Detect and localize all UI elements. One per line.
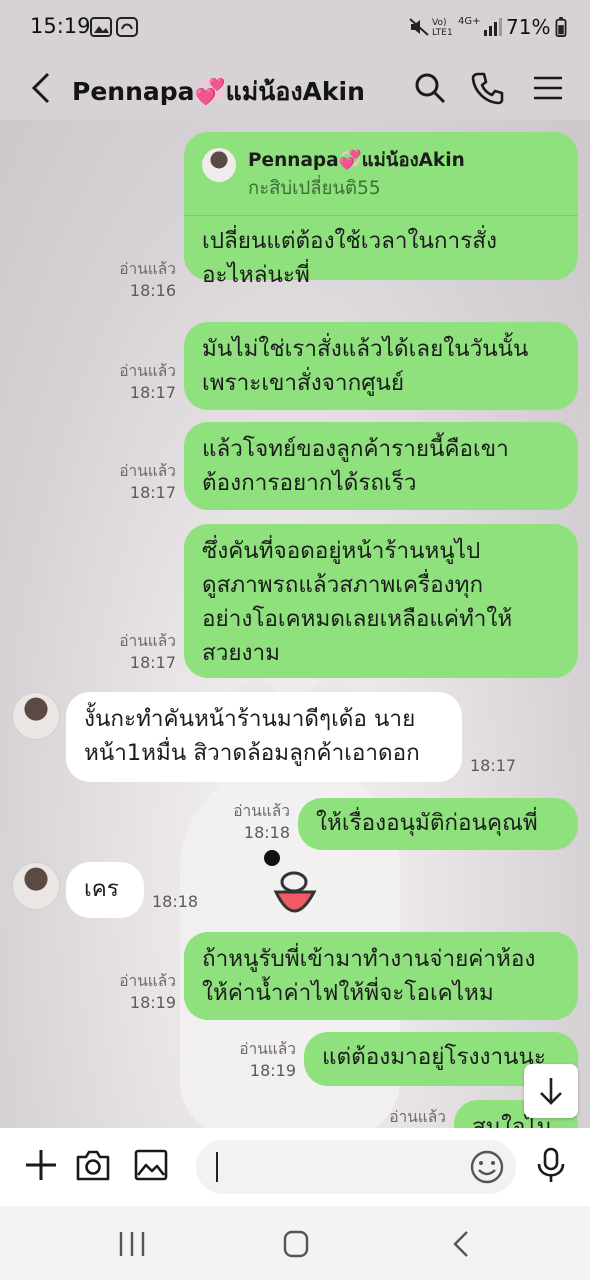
reply-quoted-text: กะสิบ่เปลี่ยนติ55 [248, 178, 381, 199]
message-text-line: หน้า1หมื่น สิวาดล้อมลูกค้าเอาดอก [84, 740, 420, 766]
battery-level: 71% [506, 15, 551, 39]
message-time: 18:19 [249, 1061, 296, 1080]
phone-icon[interactable] [470, 70, 506, 106]
message-time: 18:16 [129, 281, 176, 300]
reply-avatar [202, 148, 236, 182]
read-receipt: อ่านแล้ว [233, 802, 290, 820]
message-bubble-outgoing[interactable]: ซึ่งคันที่จอดอยู่หน้าร้านหนูไป ดูสภาพรถแ… [184, 524, 578, 678]
sender-avatar[interactable] [12, 692, 60, 740]
message-meta: อ่านแล้ว 18:19 [220, 1038, 296, 1082]
chat-title[interactable]: Pennapa💞แม่น้องAkin [72, 72, 365, 112]
menu-icon[interactable] [530, 70, 566, 106]
message-text-line: ดูสภาพรถแล้วสภาพเครื่องทุก [202, 572, 484, 598]
message-bubble-outgoing[interactable]: ถ้าหนูรับพี่เข้ามาทำงานจ่ายค่าห้อง ให้ค่… [184, 932, 578, 1020]
message-time: 18:19 [129, 993, 176, 1012]
message-meta: อ่านแล้ว 18:18 [212, 800, 290, 844]
nav-back-icon[interactable] [442, 1226, 482, 1262]
search-icon[interactable] [412, 70, 448, 106]
message-bubble-outgoing[interactable]: แล้วโจทย์ของลูกค้ารายนี้คือเขา ต้องการอย… [184, 422, 578, 510]
signal-icon [484, 18, 502, 36]
message-bubble-incoming[interactable]: เคร [66, 862, 144, 918]
message-meta: อ่านแล้ว 18:17 [100, 460, 176, 504]
message-meta: อ่านแล้ว 18:17 [100, 630, 176, 674]
message-time: 18:17 [129, 383, 176, 402]
network-indicator: 4G+ [458, 16, 481, 27]
reply-preview[interactable]: Pennapa💞แม่น้องAkin กะสิบ่เปลี่ยนติ55 [184, 132, 578, 216]
read-receipt: อ่านแล้ว [239, 1040, 296, 1058]
battery-icon [555, 17, 567, 37]
status-time: 15:19 [30, 14, 91, 38]
camera-icon[interactable] [74, 1146, 112, 1184]
text-cursor [216, 1152, 218, 1182]
microphone-icon[interactable] [532, 1146, 570, 1184]
message-text-line: ซึ่งคันที่จอดอยู่หน้าร้านหนูไป [202, 538, 481, 564]
read-receipt: อ่านแล้ว [389, 1108, 446, 1126]
message-time: 18:17 [129, 483, 176, 502]
message-text-line: อย่างโอเคหมดเลยเหลือแค่ทำให้ [202, 606, 513, 632]
system-navigation-bar [0, 1206, 590, 1280]
message-meta: อ่านแล้ว 18:19 [100, 970, 176, 1014]
message-time: 18:17 [129, 653, 176, 672]
read-receipt: อ่านแล้ว [119, 362, 176, 380]
mute-icon [409, 18, 429, 36]
message-text-line: ถ้าหนูรับพี่เข้ามาทำงานจ่ายค่าห้อง [202, 946, 536, 972]
message-text-line: งั้นกะทำคันหน้าร้านมาดีๆเด้อ นาย [84, 706, 416, 732]
message-time: 18:18 [243, 823, 290, 842]
message-text-line: แล้วโจทย์ของลูกค้ารายนี้คือเขา [202, 436, 509, 462]
read-receipt: อ่านแล้ว [119, 260, 176, 278]
message-text-line: เคร [84, 876, 119, 902]
message-text-line: ให้ค่าน้ำค่าไฟให้พี่จะโอเคไหม [202, 980, 494, 1006]
image-icon[interactable] [132, 1146, 170, 1184]
message-bubble-outgoing[interactable]: มันไม่ใช่เราสั่งแล้วได้เลยในวันนั้น เพรา… [184, 322, 578, 410]
gallery-notification-icon [90, 17, 112, 37]
message-time: 18:18 [152, 892, 199, 911]
app-notification-icon [116, 17, 138, 37]
emoji-icon[interactable] [468, 1148, 506, 1186]
sender-avatar[interactable] [12, 862, 60, 910]
plus-icon[interactable] [22, 1146, 60, 1184]
read-receipt: อ่านแล้ว [119, 632, 176, 650]
message-bubble-outgoing[interactable]: ให้เรื่องอนุมัติก่อนคุณพี่ [298, 798, 578, 850]
message-time: 18:17 [470, 756, 517, 775]
message-text-line: ต้องการอยากได้รถเร็ว [202, 470, 417, 496]
volte-indicator: Vo) LTE1 [432, 18, 453, 38]
message-bubble-incoming[interactable]: งั้นกะทำคันหน้าร้านมาดีๆเด้อ นาย หน้า1หม… [66, 692, 462, 782]
message-text-line: เปลี่ยนแต่ต้องใช้เวลาในการสั่ง [202, 228, 497, 254]
message-text-line: เพราะเขาสั่งจากศูนย์ [202, 370, 405, 396]
chat-header: Pennapa💞แม่น้องAkin [0, 58, 590, 120]
read-receipt: อ่านแล้ว [119, 462, 176, 480]
message-text-line: อะไหล่นะพี่ [202, 262, 310, 288]
message-input-bar [0, 1128, 590, 1206]
message-meta: อ่านแล้ว 18:17 [100, 360, 176, 404]
status-bar: 15:19 Vo) LTE1 4G+ 71% [0, 0, 590, 58]
message-text-line: ให้เรื่องอนุมัติก่อนคุณพี่ [316, 810, 538, 836]
arrow-down-icon [540, 1078, 562, 1105]
home-icon[interactable] [276, 1226, 316, 1262]
message-meta: อ่านแล้ว 18:16 [100, 258, 176, 302]
message-text-line: สวยงาม [202, 640, 281, 666]
scroll-to-bottom-button[interactable] [524, 1064, 578, 1118]
read-receipt: อ่านแล้ว [119, 972, 176, 990]
back-arrow-icon[interactable] [26, 68, 56, 108]
recent-apps-icon[interactable] [112, 1226, 152, 1262]
message-meta: อ่านแล้ว [370, 1106, 446, 1128]
chat-message-list[interactable]: Pennapa💞แม่น้องAkin กะสิบ่เปลี่ยนติ55 เป… [0, 120, 590, 1128]
message-text-line: มันไม่ใช่เราสั่งแล้วได้เลยในวันนั้น [202, 336, 529, 362]
message-bubble-outgoing[interactable]: Pennapa💞แม่น้องAkin กะสิบ่เปลี่ยนติ55 เป… [184, 132, 578, 288]
background-bunny-face [264, 850, 317, 913]
